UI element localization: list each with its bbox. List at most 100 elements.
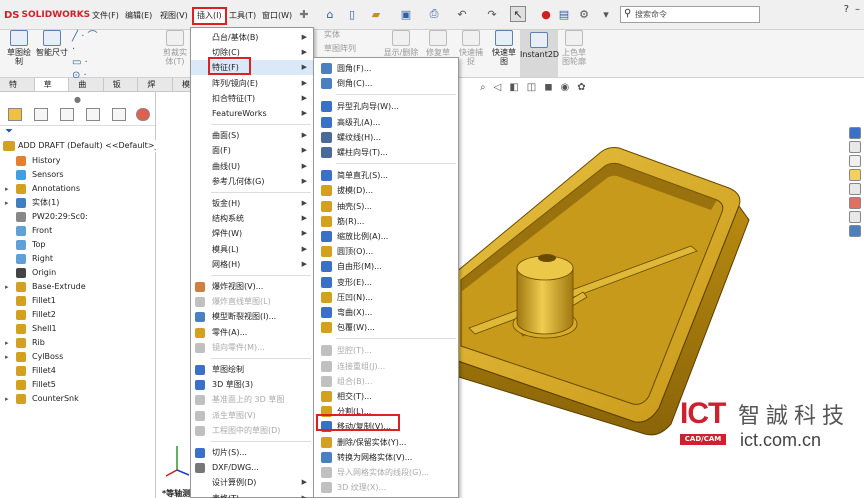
sketch-pattern-button[interactable]: 草图阵列	[320, 44, 360, 53]
scene-icon[interactable]: ✿	[577, 82, 585, 93]
insert-menu-item[interactable]: 焊件(W) ▶	[191, 226, 313, 241]
instant2d-button[interactable]: Instant2D	[520, 30, 559, 77]
insert-menu-item[interactable]: 模型断裂视图(I)...	[191, 309, 313, 324]
features-submenu-item[interactable]: 压凹(N)...	[314, 290, 458, 305]
solidworks-resources-icon[interactable]	[849, 127, 861, 139]
insert-menu-item[interactable]: 参考几何体(G) ▶	[191, 174, 313, 189]
traffic-light-icon[interactable]: ●	[538, 6, 554, 22]
insert-menu-item[interactable]: 模具(L) ▶	[191, 242, 313, 257]
home-icon[interactable]: ⌂	[322, 6, 338, 22]
dimxpert-tab-icon[interactable]	[86, 108, 100, 121]
insert-menu-item[interactable]: 设计算例(D) ▶	[191, 475, 313, 490]
features-submenu-item[interactable]: 螺柱向导(T)...	[314, 145, 458, 160]
insert-menu-item[interactable]: 面(F) ▶	[191, 143, 313, 158]
view-orientation-icon[interactable]: ◫	[527, 82, 536, 93]
solid-button[interactable]: 实体	[320, 30, 344, 39]
trim-entities-button[interactable]: 剪裁实体(T)	[160, 30, 190, 66]
shaded-sketch-button[interactable]: 上色草图轮廓	[560, 30, 588, 66]
design-library-icon[interactable]	[849, 155, 861, 167]
search-box[interactable]: ⚲ 搜索命令	[620, 6, 760, 23]
insert-menu-item[interactable]: 草图绘制	[191, 362, 313, 377]
undo-icon[interactable]: ↶	[454, 6, 470, 22]
hide-show-icon[interactable]: ◉	[561, 82, 570, 93]
insert-menu-item[interactable]: 钣金(H) ▶	[191, 196, 313, 211]
property-manager-tab-icon[interactable]	[34, 108, 48, 121]
pin-icon[interactable]: ✚	[296, 6, 312, 22]
expand-arrow-icon[interactable]: ▸	[5, 336, 9, 350]
smart-dimension-button[interactable]: 智能尺寸	[36, 30, 68, 57]
forum-icon[interactable]	[849, 225, 861, 237]
features-submenu-item[interactable]: 圆顶(O)...	[314, 244, 458, 259]
feature-tree-tab-icon[interactable]	[8, 108, 22, 121]
tree-root[interactable]: ADD DRAFT (Default) <<Default>_Dis	[0, 140, 156, 152]
tree-filter[interactable]: ⏷	[0, 126, 155, 140]
tab-sheet-metal[interactable]: 钣金	[104, 78, 139, 103]
features-submenu-item[interactable]: 抽壳(S)...	[314, 199, 458, 214]
menu-tools[interactable]: 工具(T)	[229, 9, 256, 23]
display-manager-tab-icon[interactable]	[112, 108, 126, 121]
help-icon[interactable]: ?	[844, 4, 849, 15]
line-tools-icon[interactable]: ╱ · ⌒ ·	[72, 30, 98, 56]
expand-arrow-icon[interactable]: ▸	[5, 196, 9, 210]
insert-menu-item[interactable]: 曲面(S) ▶	[191, 128, 313, 143]
configuration-manager-tab-icon[interactable]	[60, 108, 74, 121]
insert-menu-item[interactable]: 结构系统 ▶	[191, 211, 313, 226]
features-submenu-item[interactable]: 拔模(D)...	[314, 183, 458, 198]
insert-menu-item[interactable]: 凸台/基体(B) ▶	[191, 30, 313, 45]
features-submenu-item[interactable]: 简单直孔(S)...	[314, 168, 458, 183]
features-submenu-item[interactable]: 异型孔向导(W)...	[314, 99, 458, 114]
features-submenu-item[interactable]: 弯曲(X)...	[314, 305, 458, 320]
sketch-button[interactable]: 草图绘制	[4, 30, 34, 66]
new-document-icon[interactable]: ▯	[344, 6, 360, 22]
display-style-icon[interactable]: ◼	[544, 82, 552, 93]
features-submenu-item[interactable]: 转换为网格实体(V)...	[314, 450, 458, 465]
features-submenu-item[interactable]: 包覆(W)...	[314, 320, 458, 335]
insert-menu-item[interactable]: FeatureWorks ▶	[191, 106, 313, 121]
features-submenu-item[interactable]: 高级孔(A)...	[314, 115, 458, 130]
open-folder-icon[interactable]: ▰	[368, 6, 384, 22]
quick-snaps-button[interactable]: 快速捕捉	[456, 30, 486, 66]
appearances-icon[interactable]	[849, 197, 861, 209]
expand-arrow-icon[interactable]: ▸	[5, 350, 9, 364]
tab-features[interactable]: 特征	[0, 78, 35, 103]
menu-insert[interactable]: 插入(I)	[192, 7, 227, 25]
features-submenu-item[interactable]: 删除/保留实体(Y)...	[314, 435, 458, 450]
expand-arrow-icon[interactable]: ▸	[5, 280, 9, 294]
features-submenu-item[interactable]: 圆角(F)...	[314, 61, 458, 76]
file-explorer-icon[interactable]	[849, 169, 861, 181]
menu-view[interactable]: 视图(V)	[160, 9, 188, 23]
menu-edit[interactable]: 编辑(E)	[125, 9, 152, 23]
redo-icon[interactable]: ↷	[484, 6, 500, 22]
custom-properties-icon[interactable]	[849, 211, 861, 223]
insert-menu-item[interactable]: 表格(T) ▶	[191, 491, 313, 498]
features-submenu-item[interactable]: 螺纹线(H)...	[314, 130, 458, 145]
rapid-sketch-button[interactable]: 快速草图	[490, 30, 518, 66]
insert-menu-item[interactable]: 零件(A)...	[191, 325, 313, 340]
insert-menu-item[interactable]: DXF/DWG...	[191, 460, 313, 475]
home-pane-icon[interactable]	[849, 141, 861, 153]
section-view-icon[interactable]: ◧	[509, 82, 518, 93]
previous-view-icon[interactable]: ◁	[494, 82, 502, 93]
expand-arrow-icon[interactable]: ▸	[5, 392, 9, 406]
tab-surfaces[interactable]: 曲面	[69, 78, 104, 103]
options-gear-icon[interactable]: ⚙	[576, 6, 592, 22]
tab-weldments[interactable]: 焊件	[138, 78, 173, 103]
features-submenu-item[interactable]: 变形(E)...	[314, 275, 458, 290]
features-submenu-item[interactable]: 相交(T)...	[314, 389, 458, 404]
insert-menu-item[interactable]: 3D 草图(3)	[191, 377, 313, 392]
select-cursor-icon[interactable]: ↖	[510, 6, 526, 22]
minimize-icon[interactable]: –	[855, 4, 860, 15]
save-icon[interactable]: ▣	[398, 6, 414, 22]
more-options-icon[interactable]: ▾	[598, 6, 614, 22]
tab-sketch[interactable]: 草图	[34, 78, 70, 103]
features-submenu-item[interactable]: 缩放比例(A)...	[314, 229, 458, 244]
view-palette-icon[interactable]	[849, 183, 861, 195]
print-icon[interactable]: ⎙	[426, 6, 442, 22]
insert-menu-item[interactable]: 网格(H) ▶	[191, 257, 313, 272]
features-submenu-item[interactable]: 筋(R)...	[314, 214, 458, 229]
features-submenu-item[interactable]: 自由形(M)...	[314, 259, 458, 274]
appearance-tab-icon[interactable]	[136, 108, 150, 121]
features-submenu-item[interactable]: 倒角(C)...	[314, 76, 458, 91]
panel-collapse-icon[interactable]: ●	[74, 95, 81, 104]
rebuild-icon[interactable]: ▤	[556, 6, 572, 22]
